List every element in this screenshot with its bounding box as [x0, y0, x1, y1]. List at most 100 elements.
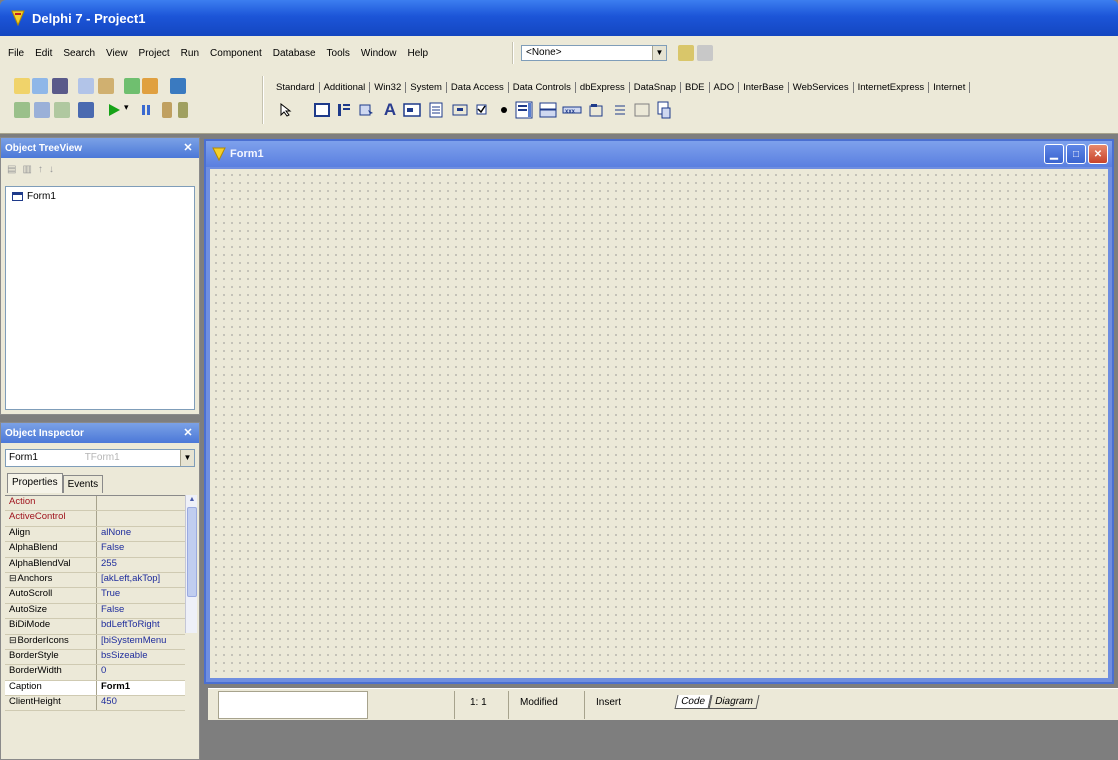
popupmenu-icon[interactable] — [356, 100, 376, 120]
pause-icon[interactable] — [138, 102, 154, 118]
form-title-bar[interactable]: Form1 ▁ □ ✕ — [206, 141, 1112, 167]
listbox-icon[interactable] — [514, 100, 534, 120]
close-icon[interactable]: ✕ — [181, 141, 195, 155]
property-value[interactable]: [biSystemMenu — [97, 635, 185, 649]
menu-tools[interactable]: Tools — [327, 48, 350, 59]
scrollbar-icon[interactable]: xxx — [562, 100, 582, 120]
menu-run[interactable]: Run — [181, 48, 199, 59]
tab-properties[interactable]: Properties — [7, 473, 63, 493]
view-form-icon[interactable] — [34, 102, 50, 118]
palette-tab-data-access[interactable]: Data Access — [447, 81, 509, 93]
property-grid-scrollbar[interactable]: ▲ — [185, 495, 197, 633]
open-project-icon[interactable] — [98, 78, 114, 94]
property-value[interactable] — [97, 511, 185, 525]
menu-file[interactable]: File — [8, 48, 24, 59]
treeview-item[interactable]: Form1 — [12, 191, 188, 202]
property-value[interactable]: False — [97, 604, 185, 618]
property-row[interactable]: Align alNone — [5, 526, 185, 543]
remove-from-project-icon[interactable] — [142, 78, 158, 94]
property-row[interactable]: BorderStyle bsSizeable — [5, 649, 185, 666]
palette-tab-interbase[interactable]: InterBase — [739, 81, 789, 93]
new-item-icon[interactable]: ▤ — [7, 164, 16, 178]
memo-icon[interactable] — [426, 100, 446, 120]
menu-help[interactable]: Help — [407, 48, 428, 59]
property-row[interactable]: BorderIcons[biSystemMenu — [5, 634, 185, 650]
tab-code[interactable]: Code — [674, 695, 712, 709]
move-up-icon[interactable]: ↑ — [38, 164, 43, 178]
property-value[interactable]: False — [97, 542, 185, 556]
menu-window[interactable]: Window — [361, 48, 397, 59]
property-row[interactable]: ActiveControl — [5, 511, 185, 527]
property-row[interactable]: Anchors[akLeft,akTop] — [5, 572, 185, 589]
property-row[interactable]: ClientHeight 450 — [5, 696, 185, 712]
radiogroup-icon[interactable] — [610, 100, 630, 120]
palette-tab-dbexpress[interactable]: dbExpress — [576, 81, 630, 93]
new-form-icon[interactable] — [78, 102, 94, 118]
close-icon[interactable]: ✕ — [1088, 144, 1108, 164]
pointer-icon[interactable] — [276, 100, 296, 120]
property-value[interactable]: 0 — [97, 665, 185, 679]
checkbox-icon[interactable] — [472, 100, 492, 120]
tab-diagram[interactable]: Diagram — [708, 695, 760, 709]
property-row[interactable]: Caption Form1 — [5, 680, 185, 697]
property-row[interactable]: AlphaBlendVal 255 — [5, 557, 185, 573]
radiobutton-icon[interactable] — [494, 100, 514, 120]
form-designer-window[interactable]: Form1 ▁ □ ✕ — [204, 139, 1114, 684]
trace-into-icon[interactable] — [162, 102, 172, 118]
object-treeview-title-bar[interactable]: Object TreeView ✕ — [1, 138, 199, 158]
palette-tab-internet[interactable]: Internet — [929, 81, 971, 93]
actionlist-icon[interactable] — [654, 100, 674, 120]
menu-database[interactable]: Database — [273, 48, 316, 59]
new-icon[interactable] — [14, 78, 30, 94]
menu-search[interactable]: Search — [63, 48, 95, 59]
palette-tab-internetexpress[interactable]: InternetExpress — [854, 81, 930, 93]
combobox-icon[interactable] — [538, 100, 558, 120]
chevron-down-icon[interactable]: ▼ — [652, 46, 666, 60]
menu-view[interactable]: View — [106, 48, 128, 59]
property-row[interactable]: BorderWidth 0 — [5, 665, 185, 681]
property-value[interactable]: 255 — [97, 558, 185, 572]
add-to-project-icon[interactable] — [124, 78, 140, 94]
toggle-form-unit-icon[interactable] — [54, 102, 70, 118]
property-row[interactable]: AlphaBlend False — [5, 542, 185, 558]
maximize-icon[interactable]: □ — [1066, 144, 1086, 164]
menu-component[interactable]: Component — [210, 48, 262, 59]
property-value[interactable]: alNone — [97, 527, 185, 541]
open-icon[interactable] — [32, 78, 48, 94]
menu-edit[interactable]: Edit — [35, 48, 52, 59]
groupbox-icon[interactable] — [586, 100, 606, 120]
move-down-icon[interactable]: ↓ — [49, 164, 54, 178]
button-icon[interactable] — [450, 100, 470, 120]
label-icon[interactable]: A — [380, 100, 400, 120]
palette-tab-win32[interactable]: Win32 — [370, 81, 407, 93]
palette-tab-ado[interactable]: ADO — [710, 81, 740, 93]
scroll-up-icon[interactable]: ▲ — [187, 496, 197, 506]
palette-tab-system[interactable]: System — [406, 81, 447, 93]
property-row[interactable]: Action — [5, 496, 185, 512]
menu-project[interactable]: Project — [139, 48, 170, 59]
view-unit-icon[interactable] — [14, 102, 30, 118]
tab-events[interactable]: Events — [62, 475, 104, 493]
step-over-icon[interactable] — [178, 102, 188, 118]
property-value[interactable]: True — [97, 588, 185, 602]
property-value[interactable]: bdLeftToRight — [97, 619, 185, 633]
desktop-config-combo[interactable]: <None> ▼ — [521, 45, 667, 61]
close-icon[interactable]: ✕ — [181, 426, 195, 440]
chevron-down-icon[interactable]: ▼ — [180, 450, 194, 466]
app-title-bar[interactable]: Delphi 7 - Project1 — [0, 0, 1118, 36]
property-value[interactable]: bsSizeable — [97, 650, 185, 664]
scrollbar-thumb[interactable] — [187, 507, 197, 597]
palette-tab-bde[interactable]: BDE — [681, 81, 710, 93]
property-value[interactable]: 450 — [97, 696, 185, 710]
save-all-icon[interactable] — [78, 78, 94, 94]
minimize-icon[interactable]: ▁ — [1044, 144, 1064, 164]
property-row[interactable]: AutoScroll True — [5, 588, 185, 604]
set-debug-desktop-icon[interactable] — [697, 45, 713, 61]
object-inspector-title-bar[interactable]: Object Inspector ✕ — [1, 423, 199, 443]
panel-icon[interactable] — [632, 100, 652, 120]
palette-tab-data-controls[interactable]: Data Controls — [509, 81, 576, 93]
property-value[interactable]: Form1 — [97, 681, 185, 695]
edit-icon[interactable] — [402, 100, 422, 120]
form-design-surface[interactable] — [210, 169, 1108, 678]
property-value[interactable] — [97, 496, 185, 510]
